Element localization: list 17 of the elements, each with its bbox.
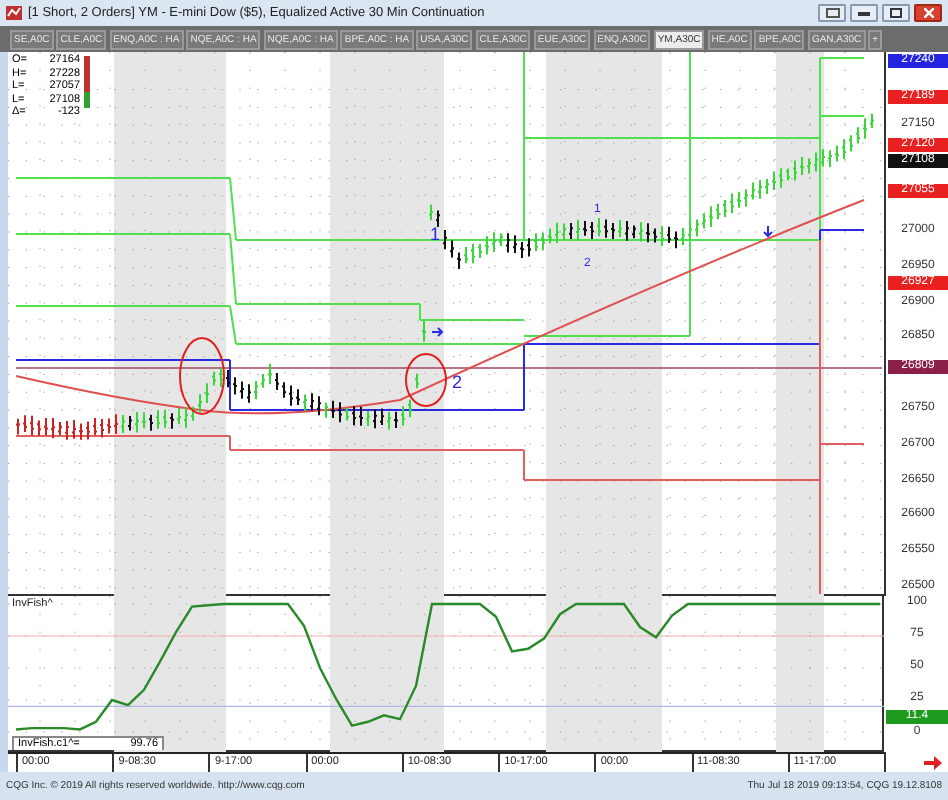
range-bar-icon xyxy=(84,56,90,108)
highlight-circle xyxy=(405,353,447,407)
link-button[interactable] xyxy=(818,4,846,22)
scroll-right-icon[interactable] xyxy=(924,755,942,769)
close-icon xyxy=(923,8,933,18)
minimize-icon xyxy=(858,11,870,15)
highlight-circle xyxy=(179,337,225,415)
marker-label: 2 xyxy=(452,372,463,392)
close-button[interactable] xyxy=(914,4,942,22)
arrow-icon xyxy=(763,225,773,238)
marker-label: 1 xyxy=(430,224,441,244)
minimize-button[interactable] xyxy=(850,4,878,22)
maximize-icon xyxy=(890,8,902,18)
app-icon xyxy=(6,6,22,20)
arrow-icon xyxy=(431,327,444,337)
link-icon xyxy=(825,8,839,18)
maximize-button[interactable] xyxy=(882,4,910,22)
